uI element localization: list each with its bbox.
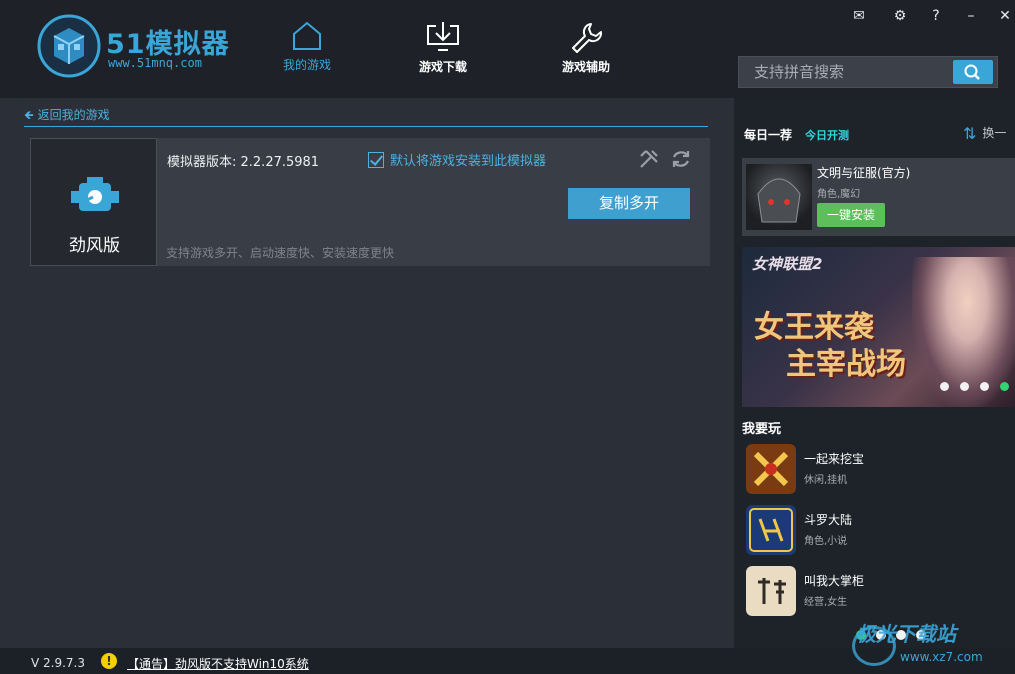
notice-link[interactable]: 【通告】劲风版不支持Win10系统: [127, 655, 309, 672]
one-click-install-button[interactable]: 一键安装: [817, 203, 885, 227]
help-icon[interactable]: ?: [924, 6, 948, 26]
search-icon: [964, 64, 980, 80]
play-item-tags: 休闲,挂机: [804, 475, 848, 486]
featured-game-thumbnail: [746, 164, 812, 230]
search-input[interactable]: [739, 57, 953, 87]
wrench-icon: [572, 23, 603, 53]
emulator-card: 劲风版 模拟器版本: 2.2.27.5981 默认将游戏安装到此模拟器 复制多开…: [30, 138, 710, 266]
nav-game-assist[interactable]: 游戏辅助: [541, 20, 631, 80]
banner-dot[interactable]: [960, 382, 969, 391]
nav-game-assist-label: 游戏辅助: [561, 60, 610, 74]
nav-my-games-label: 我的游戏: [282, 58, 331, 72]
banner-pager: [929, 376, 1009, 395]
douluo-game-icon: [746, 505, 796, 555]
download-icon: [427, 22, 459, 51]
shopkeeper-game-icon: [746, 566, 796, 616]
watermark-url: www.xz7.com: [900, 650, 983, 664]
app-version: V 2.9.7.3: [31, 656, 86, 670]
helmet-icon: [757, 178, 801, 223]
minimize-button[interactable]: –: [959, 6, 983, 26]
play-item-name: 一起来挖宝: [804, 452, 865, 466]
divider: [24, 126, 708, 127]
emulator-name: 劲风版: [69, 236, 120, 256]
emulator-description: 支持游戏多开、启动速度快、安装速度更快: [166, 246, 395, 260]
refresh-label: 换一: [982, 126, 1007, 140]
featured-game-card[interactable]: 文明与征服(官方) 角色,魔幻 一键安装: [742, 158, 1015, 236]
search-box: [738, 56, 998, 88]
app-url: www.51mnq.com: [108, 56, 202, 70]
back-to-my-games-link[interactable]: 🡸 返回我的游戏: [24, 106, 110, 127]
refresh-icon[interactable]: [670, 148, 692, 170]
play-list-item[interactable]: 一起来挖宝 休闲,挂机: [746, 444, 1006, 496]
settings-icon[interactable]: ⚙: [888, 6, 912, 26]
refresh-icon: ⇅: [963, 124, 977, 143]
refresh-button[interactable]: ⇅ 换一: [963, 124, 1006, 143]
app-logo-icon: [37, 14, 101, 78]
emulator-version: 模拟器版本: 2.2.27.5981: [167, 155, 320, 170]
daily-recommend-title: 每日一荐: [744, 128, 793, 142]
featured-game-name: 文明与征服(官方): [817, 166, 911, 180]
mail-icon[interactable]: ✉: [847, 6, 871, 26]
featured-game-tags: 角色,魔幻: [817, 189, 861, 200]
warning-icon: !: [101, 653, 117, 669]
copy-multi-open-button[interactable]: 复制多开: [568, 188, 690, 219]
title-bar: 51模拟器 www.51mnq.com 我的游戏 游戏下载 游戏辅助 ✉ ⚙ ?…: [0, 0, 1015, 98]
banner-dot[interactable]: [940, 382, 949, 391]
promo-banner[interactable]: 女神联盟2 女王来袭 主宰战场: [742, 247, 1015, 407]
nav-game-download-label: 游戏下载: [418, 60, 467, 74]
watermark-text: 极光下载站: [856, 622, 956, 646]
default-install-label: 默认将游戏安装到此模拟器: [390, 154, 547, 169]
nav-my-games[interactable]: 我的游戏: [262, 20, 352, 80]
play-list-item[interactable]: 叫我大掌柜 经营,女生: [746, 566, 1006, 618]
close-button[interactable]: ✕: [993, 6, 1015, 26]
play-item-name: 叫我大掌柜: [804, 574, 865, 588]
engine-icon: [71, 177, 119, 211]
pickaxe-game-icon: [746, 444, 796, 494]
banner-dot[interactable]: [980, 382, 989, 391]
play-list-item[interactable]: 斗罗大陆 角色,小说: [746, 505, 1006, 557]
daily-recommend-sub: 今日开测: [805, 129, 849, 142]
home-icon: [293, 21, 321, 50]
search-button[interactable]: [953, 60, 993, 84]
emulator-icon-box[interactable]: 劲风版: [30, 138, 157, 266]
repair-tools-icon[interactable]: [638, 148, 660, 170]
banner-headline-2: 主宰战场: [786, 347, 906, 382]
play-item-name: 斗罗大陆: [804, 513, 853, 527]
default-install-checkbox[interactable]: 默认将游戏安装到此模拟器: [368, 150, 546, 169]
nav-game-download[interactable]: 游戏下载: [398, 20, 488, 80]
banner-game-logo: 女神联盟2: [752, 255, 823, 273]
banner-dot-active[interactable]: [1000, 382, 1009, 391]
play-item-tags: 角色,小说: [804, 536, 848, 547]
checkbox-checked-icon: [368, 152, 384, 168]
want-to-play-title: 我要玩: [742, 422, 782, 437]
back-label: 返回我的游戏: [37, 108, 110, 122]
back-arrow-icon: 🡸: [24, 108, 34, 122]
recommend-panel: 每日一荐 今日开测 ⇅ 换一 文明与征服(官方) 角色,魔幻 一键安装 女神联盟2…: [734, 98, 1015, 648]
play-item-tags: 经营,女生: [804, 597, 848, 608]
